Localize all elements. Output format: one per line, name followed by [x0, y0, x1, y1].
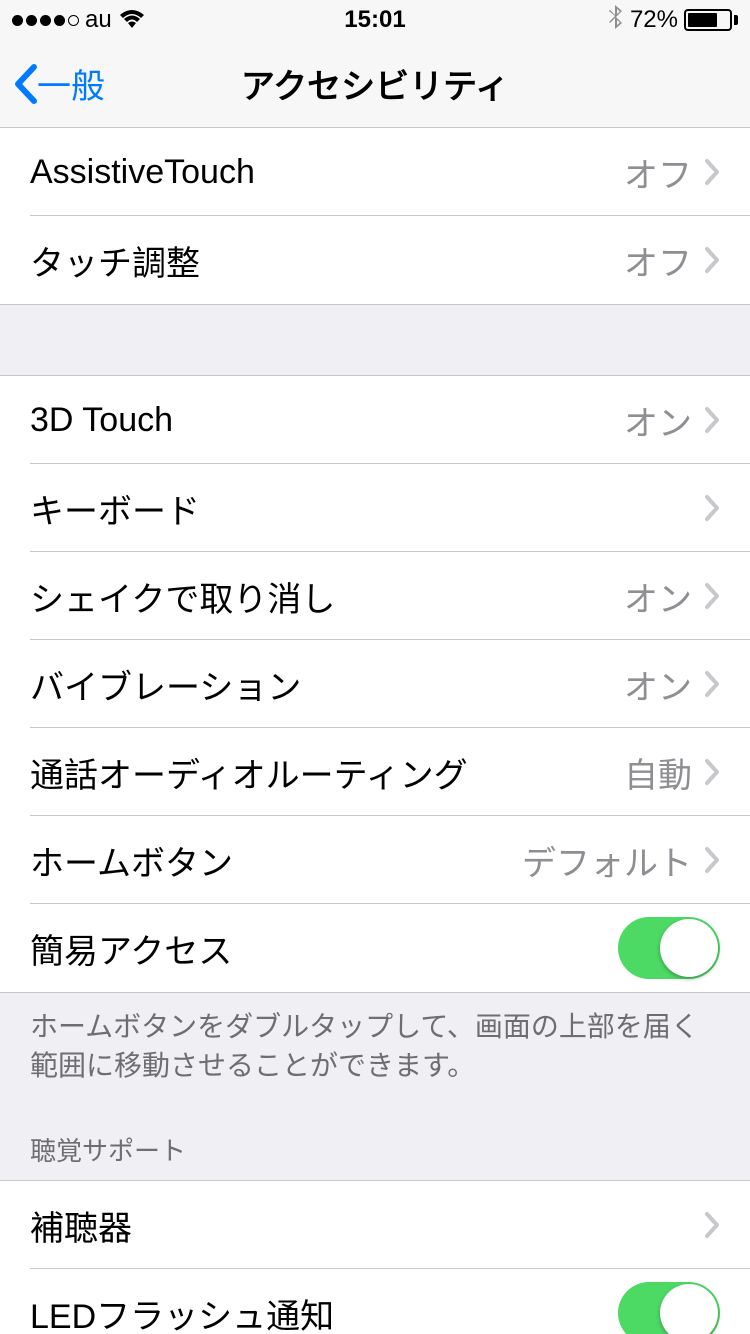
chevron-right-icon: [704, 846, 720, 874]
status-right: 72%: [608, 4, 738, 37]
cell-label: 補聴器: [30, 1201, 692, 1250]
cell-assistivetouch[interactable]: AssistiveTouch オフ: [0, 128, 750, 216]
cell-value: 自動: [624, 748, 692, 797]
chevron-right-icon: [704, 582, 720, 610]
cell-label: キーボード: [30, 484, 692, 533]
group-footer-text: ホームボタンをダブルタップして、画面の上部を届く範囲に移動させることができます。: [0, 993, 750, 1095]
navigation-bar: 一般 アクセシビリティ: [0, 40, 750, 128]
cell-label: 簡易アクセス: [30, 924, 618, 973]
section-header-hearing: 聴覚サポート: [0, 1095, 750, 1180]
cell-value: オン: [624, 660, 692, 709]
cell-shake-undo[interactable]: シェイクで取り消し オン: [0, 552, 750, 640]
cell-reachability: 簡易アクセス: [0, 904, 750, 992]
cell-label: ホームボタン: [30, 836, 522, 885]
cell-label: LEDフラッシュ通知: [30, 1289, 618, 1334]
back-label: 一般: [37, 59, 105, 108]
settings-group-interaction: 3D Touch オン キーボード シェイクで取り消し オン バイブレーション …: [0, 375, 750, 993]
wifi-icon: [118, 10, 146, 30]
page-title: アクセシビリティ: [241, 59, 509, 108]
cell-label: 3D Touch: [30, 401, 624, 440]
battery-icon: [684, 9, 738, 31]
chevron-right-icon: [704, 246, 720, 274]
cell-label: タッチ調整: [30, 236, 624, 285]
status-bar: au 15:01 72%: [0, 0, 750, 40]
chevron-right-icon: [704, 494, 720, 522]
cell-3d-touch[interactable]: 3D Touch オン: [0, 376, 750, 464]
cell-value: オン: [624, 396, 692, 445]
back-button[interactable]: 一般: [0, 59, 105, 108]
chevron-right-icon: [704, 1211, 720, 1239]
cell-value: オフ: [624, 148, 692, 197]
cell-home-button[interactable]: ホームボタン デフォルト: [0, 816, 750, 904]
group-spacer: [0, 305, 750, 375]
chevron-right-icon: [704, 670, 720, 698]
cell-keyboard[interactable]: キーボード: [0, 464, 750, 552]
chevron-right-icon: [704, 758, 720, 786]
content-area: AssistiveTouch オフ タッチ調整 オフ 3D Touch オン キ…: [0, 128, 750, 1334]
cell-label: 通話オーディオルーティング: [30, 748, 624, 797]
cell-hearing-aids[interactable]: 補聴器: [0, 1181, 750, 1269]
signal-strength-icon: [12, 15, 79, 26]
settings-group-hearing: 補聴器 LEDフラッシュ通知: [0, 1180, 750, 1334]
battery-percent: 72%: [630, 6, 678, 34]
cell-value: オフ: [624, 236, 692, 285]
cell-led-flash: LEDフラッシュ通知: [0, 1269, 750, 1334]
carrier-label: au: [85, 6, 112, 34]
reachability-switch[interactable]: [618, 917, 720, 979]
cell-label: AssistiveTouch: [30, 153, 624, 192]
cell-value: デフォルト: [522, 836, 692, 885]
cell-vibration[interactable]: バイブレーション オン: [0, 640, 750, 728]
chevron-right-icon: [704, 158, 720, 186]
cell-call-audio-routing[interactable]: 通話オーディオルーティング 自動: [0, 728, 750, 816]
settings-group-touch: AssistiveTouch オフ タッチ調整 オフ: [0, 128, 750, 305]
cell-touch-adjustment[interactable]: タッチ調整 オフ: [0, 216, 750, 304]
status-time: 15:01: [344, 6, 405, 34]
cell-label: バイブレーション: [30, 660, 624, 709]
status-left: au: [12, 6, 146, 34]
cell-label: シェイクで取り消し: [30, 572, 624, 621]
led-flash-switch[interactable]: [618, 1282, 720, 1334]
bluetooth-icon: [608, 4, 624, 37]
chevron-left-icon: [12, 63, 37, 105]
chevron-right-icon: [704, 406, 720, 434]
cell-value: オン: [624, 572, 692, 621]
